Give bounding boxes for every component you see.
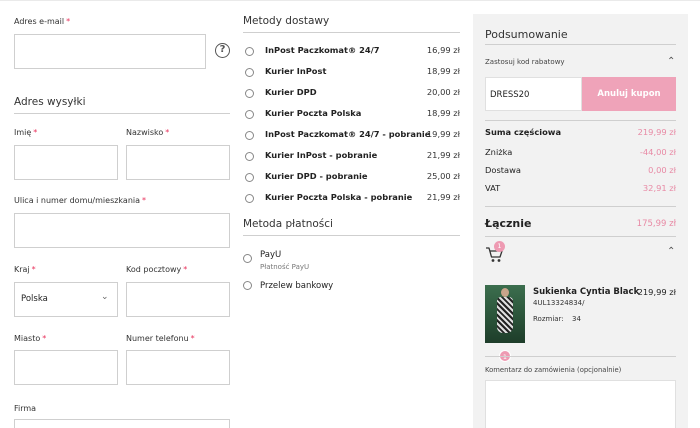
total-value: 175,99 zł bbox=[636, 219, 676, 229]
shipping-option-name: InPost Paczkomat® 24/7 bbox=[265, 45, 380, 55]
payment-option-name: PayU bbox=[260, 250, 282, 260]
vat-label: VAT bbox=[485, 183, 501, 193]
payment-option-name: Przelew bankowy bbox=[260, 281, 334, 291]
first-name-field[interactable] bbox=[14, 145, 118, 180]
product-thumbnail bbox=[485, 285, 525, 343]
radio-button[interactable] bbox=[245, 110, 254, 119]
total-label: Łącznie bbox=[485, 217, 532, 230]
shipping-option-price: 19,99 zł bbox=[426, 129, 460, 139]
help-icon[interactable]: ? bbox=[215, 43, 230, 58]
country-select-value: Polska bbox=[21, 294, 48, 304]
shipping-option[interactable]: InPost Paczkomat® 24/7 - pobranie 19,99 … bbox=[245, 128, 460, 144]
shipping-option-name: Kurier Poczta Polska bbox=[265, 108, 362, 118]
radio-button[interactable] bbox=[245, 173, 254, 182]
postcode-field[interactable] bbox=[126, 282, 230, 317]
shipping-option-price: 21,99 zł bbox=[426, 192, 460, 202]
discount-code-input[interactable]: DRESS20 bbox=[485, 77, 582, 111]
email-field[interactable] bbox=[14, 34, 206, 69]
shipping-option-name: Kurier DPD - pobranie bbox=[265, 171, 368, 181]
postcode-label: Kod pocztowy * bbox=[126, 265, 188, 274]
shipping-option[interactable]: Kurier Poczta Polska 18,99 zł bbox=[245, 107, 460, 123]
first-name-label: Imię * bbox=[14, 128, 38, 137]
phone-label: Numer telefonu * bbox=[126, 334, 195, 343]
product-size-value: 34 bbox=[572, 315, 581, 323]
chevron-up-icon[interactable]: ⌃ bbox=[667, 246, 675, 257]
order-summary-panel: Podsumowanie Zastosuj kod rabatowy ⌃ DRE… bbox=[473, 14, 688, 428]
cancel-coupon-button[interactable]: Anuluj kupon bbox=[582, 77, 676, 111]
payment-option-subtitle: Płatność PayU bbox=[260, 263, 310, 271]
summary-title: Podsumowanie bbox=[485, 28, 568, 41]
cart-count-badge: 1 bbox=[494, 241, 505, 252]
street-label: Ulica i numer domu/mieszkania * bbox=[14, 196, 147, 205]
shipping-option-name: Kurier Poczta Polska - pobranie bbox=[265, 192, 413, 202]
radio-button[interactable] bbox=[245, 68, 254, 77]
top-divider bbox=[0, 0, 700, 1]
shipping-section-title: Metody dostawy bbox=[243, 15, 330, 27]
order-comment-field[interactable] bbox=[485, 380, 676, 428]
discount-row-label: Zniżka bbox=[485, 147, 513, 157]
radio-button[interactable] bbox=[245, 152, 254, 161]
shipping-option[interactable]: InPost Paczkomat® 24/7 16,99 zł bbox=[245, 44, 460, 60]
shipping-option[interactable]: Kurier DPD - pobranie 25,00 zł bbox=[245, 170, 460, 186]
shipping-option-price: 21,99 zł bbox=[426, 150, 460, 160]
last-name-label: Nazwisko * bbox=[126, 128, 170, 137]
product-thumbnail-head bbox=[501, 288, 509, 297]
shipping-option-price: 18,99 zł bbox=[426, 108, 460, 118]
company-field[interactable] bbox=[14, 419, 230, 428]
radio-button[interactable] bbox=[245, 47, 254, 56]
shipping-option-price: 20,00 zł bbox=[426, 87, 460, 97]
shipping-option[interactable]: Kurier Poczta Polska - pobranie 21,99 zł bbox=[245, 191, 460, 207]
summary-divider bbox=[485, 356, 676, 357]
product-thumbnail-dress bbox=[497, 297, 513, 333]
street-field[interactable] bbox=[14, 213, 230, 248]
shipping-option-name: Kurier InPost bbox=[265, 66, 327, 76]
shipping-option-price: 25,00 zł bbox=[426, 171, 460, 181]
last-name-field[interactable] bbox=[126, 145, 230, 180]
email-label: Adres e-mail * bbox=[14, 17, 71, 26]
shipping-option-name: Kurier DPD bbox=[265, 87, 317, 97]
shipping-cost-label: Dostawa bbox=[485, 165, 521, 175]
discount-row-value: -44,00 zł bbox=[639, 147, 676, 157]
city-label: Miasto * bbox=[14, 334, 47, 343]
shipping-cost-value: 0,00 zł bbox=[648, 165, 676, 175]
chevron-up-icon[interactable]: ⌃ bbox=[667, 56, 675, 67]
discount-toggle-label[interactable]: Zastosuj kod rabatowy bbox=[485, 58, 565, 66]
address-divider bbox=[14, 113, 230, 114]
shipping-option[interactable]: Kurier InPost 18,99 zł bbox=[245, 65, 460, 81]
shipping-option-name: InPost Paczkomat® 24/7 - pobranie bbox=[265, 129, 431, 139]
shipping-option[interactable]: Kurier InPost - pobranie 21,99 zł bbox=[245, 149, 460, 165]
subtotal-label: Suma częściowa bbox=[485, 127, 562, 137]
shipping-option-price: 18,99 zł bbox=[426, 66, 460, 76]
product-sku: 4UL13324834/ bbox=[533, 299, 585, 307]
shipping-divider bbox=[243, 32, 460, 33]
product-name: Sukienka Cyntia Black bbox=[533, 287, 640, 297]
vat-value: 32,91 zł bbox=[642, 183, 676, 193]
company-label: Firma bbox=[14, 404, 37, 413]
summary-divider bbox=[485, 236, 676, 237]
product-size-label: Rozmiar: bbox=[533, 315, 564, 323]
radio-button[interactable] bbox=[245, 89, 254, 98]
country-label: Kraj * bbox=[14, 265, 36, 274]
product-price: 219,99 zł bbox=[637, 287, 676, 297]
city-field[interactable] bbox=[14, 350, 118, 385]
shipping-option-price: 16,99 zł bbox=[426, 45, 460, 55]
comment-label: Komentarz do zamówienia (opcjonalnie) bbox=[485, 366, 622, 374]
summary-divider bbox=[485, 44, 676, 45]
payment-section-title: Metoda płatności bbox=[243, 218, 333, 230]
summary-divider bbox=[485, 120, 676, 121]
shipping-option-name: Kurier InPost - pobranie bbox=[265, 150, 378, 160]
summary-divider bbox=[485, 206, 676, 207]
address-section-title: Adres wysyłki bbox=[14, 96, 86, 108]
radio-button[interactable] bbox=[245, 194, 254, 203]
payment-divider bbox=[243, 235, 460, 236]
shipping-option[interactable]: Kurier DPD 20,00 zł bbox=[245, 86, 460, 102]
subtotal-value: 219,99 zł bbox=[637, 127, 676, 137]
radio-button[interactable] bbox=[245, 131, 254, 140]
phone-field[interactable] bbox=[126, 350, 230, 385]
radio-button[interactable] bbox=[243, 281, 252, 290]
radio-button[interactable] bbox=[243, 254, 252, 263]
chevron-down-icon: ⌄ bbox=[101, 292, 109, 302]
